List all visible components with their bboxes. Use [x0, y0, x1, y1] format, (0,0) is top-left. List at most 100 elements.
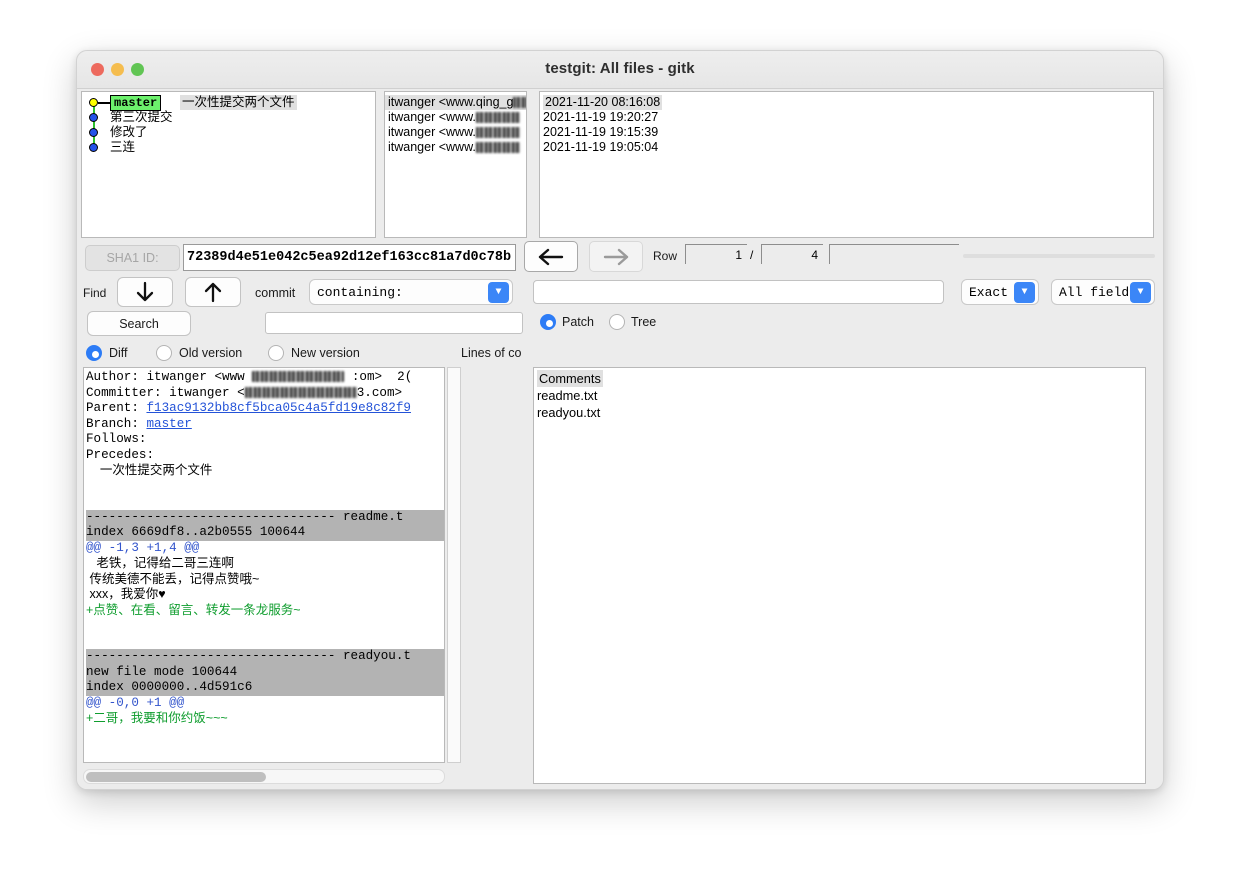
row-slider[interactable] [829, 244, 959, 264]
arrow-down-icon [135, 281, 155, 303]
diff-context-line: 老铁，记得给二哥三连啊 [86, 556, 444, 572]
find-match-value: Exact [969, 285, 1008, 300]
redacted-email [513, 97, 526, 108]
file-item-label: readyou.txt [537, 405, 600, 420]
diff-line-tail: :om> 2( [344, 370, 412, 384]
radio-diff[interactable] [86, 345, 102, 361]
date-row[interactable]: 2021-11-20 08:16:08 [540, 95, 1153, 110]
search-input[interactable] [265, 312, 523, 334]
diff-context-line: 传统美德不能丢，记得点赞哦~ [86, 572, 444, 588]
window-body: master 一次性提交两个文件 第三次提交 修改了 [77, 89, 1163, 790]
parent-sha-link[interactable]: f13ac9132bb8cf5bca05c4a5fd19e8c82f9 [146, 401, 411, 415]
diff-horizontal-scrollbar[interactable] [83, 769, 445, 784]
list-item[interactable]: readme.txt [537, 387, 1145, 404]
commit-row[interactable]: 三连 [82, 140, 375, 155]
find-query-input[interactable] [533, 280, 944, 304]
radio-old-version[interactable] [156, 345, 172, 361]
diff-context-line: xxx，我爱你♥ [86, 587, 444, 603]
chevron-down-icon: ▼ [1130, 282, 1151, 303]
redacted-email [476, 112, 520, 123]
commit-dot [89, 113, 98, 122]
file-item-label: Comments [537, 370, 603, 387]
diff-line [86, 479, 444, 495]
file-list-pane[interactable]: Comments readme.txt readyou.txt [533, 367, 1146, 784]
diff-line [86, 634, 444, 650]
detail-area: Diff Old version New version Lines of co… [77, 341, 1163, 790]
diff-line-text: Parent: [86, 401, 146, 415]
author-text: itwanger <www. [388, 140, 476, 154]
author-row[interactable]: itwanger <www. [385, 110, 526, 125]
radio-patch[interactable] [540, 314, 556, 330]
row-total-input: 4 [761, 244, 823, 264]
date-column-pane[interactable]: 2021-11-20 08:16:08 2021-11-19 19:20:27 … [539, 91, 1154, 238]
date-text: 2021-11-19 19:20:27 [543, 110, 658, 124]
window-title: testgit: All files - gitk [77, 60, 1163, 77]
sha1-id-input[interactable]: 72389d4e51e042c5ea92d12ef163cc81a7d0c78b [183, 244, 516, 271]
find-next-button[interactable] [117, 277, 173, 307]
row-scroll-track[interactable] [963, 254, 1155, 258]
commit-row[interactable]: 第三次提交 [82, 110, 375, 125]
diff-file-header: --------------------------------- readme… [86, 510, 444, 526]
file-item-label: readme.txt [537, 388, 597, 403]
diff-hunk-header: @@ -1,3 +1,4 @@ [86, 541, 444, 557]
author-row[interactable]: itwanger <www. [385, 125, 526, 140]
forward-button[interactable] [589, 241, 643, 272]
find-mode-select[interactable]: containing: ▼ [309, 279, 513, 305]
diff-hunk-header: @@ -0,0 +1 @@ [86, 696, 444, 712]
radio-new-version[interactable] [268, 345, 284, 361]
sha1-id-button[interactable]: SHA1 ID: [85, 245, 180, 271]
commit-subject: 三连 [110, 140, 135, 155]
diff-line-text: Author: itwanger <www [86, 370, 252, 384]
back-button[interactable] [524, 241, 578, 272]
radio-patch-label: Patch [562, 315, 594, 329]
list-item[interactable]: readyou.txt [537, 404, 1145, 421]
author-column-pane[interactable]: itwanger <www.qing_g itwanger <www. itwa… [384, 91, 527, 238]
window-titlebar[interactable]: testgit: All files - gitk [77, 51, 1163, 89]
author-text: itwanger <www. [388, 110, 476, 124]
list-item[interactable]: Comments [537, 370, 1145, 387]
branch-link[interactable]: master [146, 417, 191, 431]
diff-vertical-scrollbar[interactable] [447, 367, 461, 763]
radio-tree[interactable] [609, 314, 625, 330]
search-button[interactable]: Search [87, 311, 191, 336]
redacted-email [245, 387, 357, 398]
commit-graph-pane[interactable]: master 一次性提交两个文件 第三次提交 修改了 [81, 91, 376, 238]
commit-dot-head [89, 98, 98, 107]
author-text: itwanger <www.qing_g [388, 95, 513, 109]
radio-old-version-label: Old version [179, 346, 242, 360]
date-row[interactable]: 2021-11-19 19:15:39 [540, 125, 1153, 140]
diff-line: Precedes: [86, 448, 444, 464]
toolbar-area: SHA1 ID: 72389d4e51e042c5ea92d12ef163cc8… [77, 241, 1163, 341]
diff-index-line: index 6669df8..a2b0555 100644 [86, 525, 444, 541]
diff-options-row: Diff Old version New version Lines of co [83, 341, 523, 367]
chevron-down-icon: ▼ [488, 282, 509, 303]
patch-tree-options-row [533, 341, 833, 367]
lines-of-context-label: Lines of co [461, 346, 525, 360]
diff-line: Committer: itwanger <3.com> [86, 386, 444, 402]
scrollbar-thumb[interactable] [86, 772, 266, 782]
author-text: itwanger <www. [388, 125, 476, 139]
diff-added-line: +二哥，我要和你约饭~~~ [86, 711, 444, 727]
find-match-select[interactable]: Exact ▼ [961, 279, 1039, 305]
commit-subject: 第三次提交 [110, 110, 173, 125]
diff-line-text: Branch: [86, 417, 146, 431]
commit-row[interactable]: master 一次性提交两个文件 [82, 95, 375, 110]
diff-line [86, 494, 444, 510]
find-fields-select[interactable]: All fields ▼ [1051, 279, 1155, 305]
diff-mode-line: new file mode 100644 [86, 665, 444, 681]
diff-text-pane[interactable]: Author: itwanger <www :om> 2( Committer:… [83, 367, 445, 763]
commit-label: commit [255, 286, 295, 300]
screen-root: testgit: All files - gitk master 一次性提交两个… [0, 0, 1240, 888]
diff-added-line: +点赞、在看、留言、转发一条龙服务~ [86, 603, 444, 619]
author-row[interactable]: itwanger <www. [385, 140, 526, 155]
ref-label-master[interactable]: master [110, 95, 161, 111]
commit-subject: 修改了 [110, 125, 148, 140]
find-previous-button[interactable] [185, 277, 241, 307]
commit-row[interactable]: 修改了 [82, 125, 375, 140]
date-row[interactable]: 2021-11-19 19:05:04 [540, 140, 1153, 155]
author-row[interactable]: itwanger <www.qing_g [385, 95, 526, 110]
row-separator: / [750, 248, 753, 262]
row-current-input[interactable]: 1 [685, 244, 747, 264]
date-row[interactable]: 2021-11-19 19:20:27 [540, 110, 1153, 125]
gitk-window: testgit: All files - gitk master 一次性提交两个… [76, 50, 1164, 790]
